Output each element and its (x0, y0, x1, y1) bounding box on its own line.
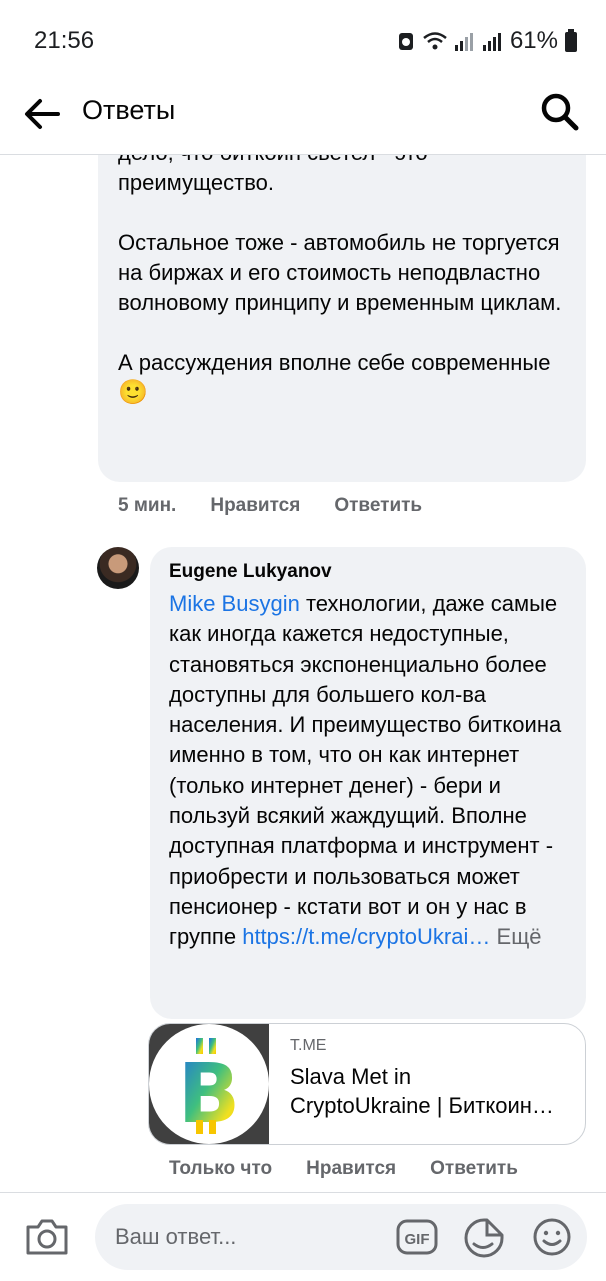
comment-bubble: дело, что биткоин светел - это преимущест… (98, 154, 586, 482)
page-title: Ответы (82, 95, 176, 125)
link-title-line: CryptoUkraine | Биткоин… (290, 1093, 554, 1118)
signal-icon (454, 33, 473, 51)
comment-author[interactable]: Eugene Lukyanov (169, 561, 332, 583)
reply-button[interactable]: Ответить (334, 495, 422, 517)
link-title: Slava Met in CryptoUkraine | Биткоин… (290, 1062, 570, 1120)
arrow-left-icon[interactable] (20, 92, 64, 136)
see-more-button[interactable]: Ещё (497, 924, 542, 949)
sticker-icon[interactable] (463, 1217, 505, 1259)
signal-roaming-icon (482, 33, 501, 51)
comment-actions: Только что Нравится Ответить (169, 1158, 552, 1180)
svg-text:GIF: GIF (405, 1231, 430, 1248)
smile-emoji: 🙂 (118, 379, 148, 406)
link-title-line: Slava Met in (290, 1064, 412, 1089)
avatar[interactable] (97, 547, 139, 589)
comment-time: Только что (169, 1158, 273, 1179)
battery-percent: 61% (509, 27, 558, 54)
url-link[interactable]: https://t.me/cryptoUkrai… (242, 924, 490, 949)
link-domain: T.ME (290, 1037, 327, 1054)
comment-body: технологии, даже самые как иногда кажетс… (169, 591, 562, 950)
reply-composer: Ваш ответ... GIF (0, 1192, 606, 1281)
link-thumbnail: B (149, 1024, 269, 1144)
camera-icon[interactable] (24, 1217, 70, 1257)
comment-text: дело, что биткоин светел - это преимущест… (118, 154, 568, 408)
notification-icon (398, 33, 413, 50)
comment-actions: 5 мин. Нравится Ответить (118, 495, 456, 517)
comment-body: преимущество. Остальное тоже - автомобил… (118, 170, 562, 375)
comment-time: 5 мин. (118, 495, 177, 516)
search-icon[interactable] (540, 92, 580, 132)
like-button[interactable]: Нравится (210, 495, 300, 517)
gif-icon[interactable]: GIF (396, 1218, 438, 1256)
comment-text: Mike Busygin технологии, даже самые как … (169, 589, 579, 953)
emoji-icon[interactable] (532, 1217, 572, 1257)
reply-placeholder: Ваш ответ... (115, 1224, 237, 1249)
reply-input[interactable]: Ваш ответ... GIF (95, 1204, 587, 1270)
comment-bubble: Eugene Lukyanov Mike Busygin технологии,… (150, 547, 586, 1019)
battery-icon (565, 29, 577, 52)
link-preview-card[interactable]: B T.ME Slava Met in CryptoUkraine | Битк… (148, 1023, 586, 1145)
comment-partial-line: дело, что биткоин светел - это (118, 154, 568, 168)
bitcoin-logo-icon: B (178, 1038, 240, 1142)
wifi-icon (423, 32, 447, 50)
app-bar: Ответы (0, 80, 606, 155)
status-icons: 61% (396, 27, 578, 55)
status-time: 21:56 (34, 27, 95, 54)
like-button[interactable]: Нравится (306, 1158, 396, 1180)
replies-list[interactable]: дело, что биткоин светел - это преимущест… (0, 154, 606, 1192)
status-bar: 21:56 61% (0, 0, 606, 80)
reply-button[interactable]: Ответить (430, 1158, 518, 1180)
mention-link[interactable]: Mike Busygin (169, 591, 300, 616)
